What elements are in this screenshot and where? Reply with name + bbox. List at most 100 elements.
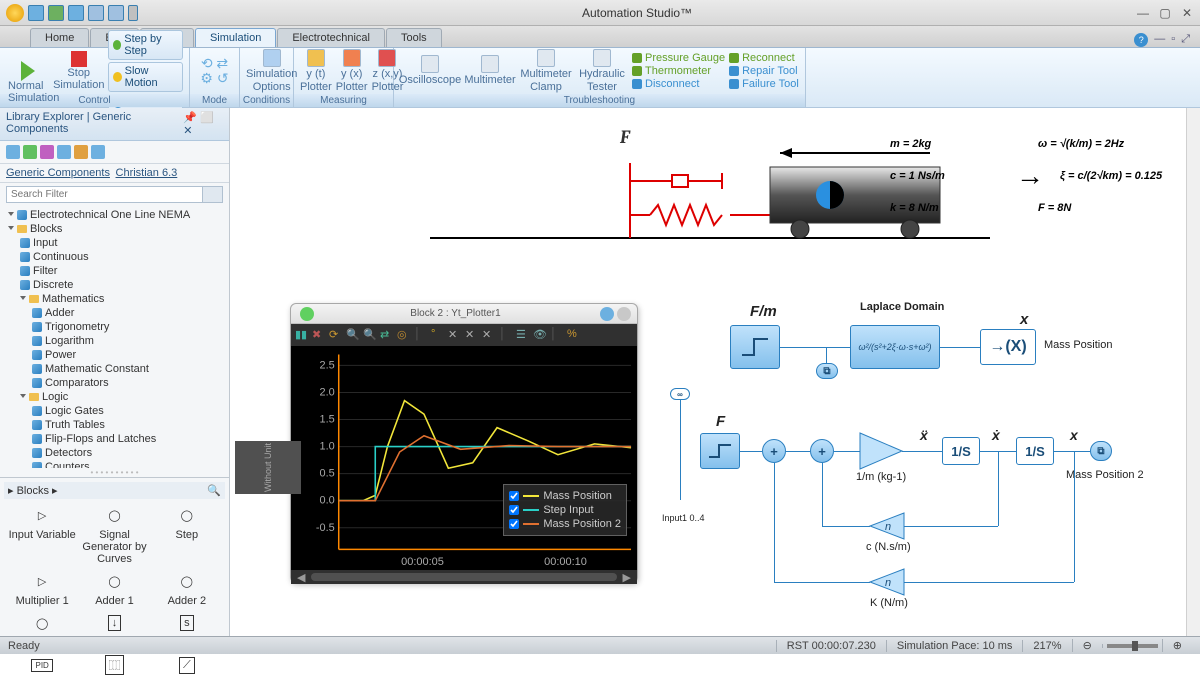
palette-step[interactable]: ◯Step xyxy=(153,503,221,565)
step-block-1[interactable] xyxy=(730,325,780,369)
tree-node[interactable]: Input xyxy=(4,236,225,250)
gain-block[interactable] xyxy=(860,433,902,469)
hydraulic-tester-button[interactable]: HydraulicTester xyxy=(576,49,628,92)
transfer-function-block[interactable]: ω²/(s²+2ξ·ω·s+ω²) xyxy=(850,325,940,369)
pt-btn[interactable]: ✕ xyxy=(465,328,479,342)
tree-node[interactable]: Detectors xyxy=(4,446,225,460)
toolbar-btn-5[interactable] xyxy=(74,145,88,159)
toolbar-btn-6[interactable] xyxy=(91,145,105,159)
sim-options-button[interactable]: SimulationOptions xyxy=(246,49,297,92)
plotter-window[interactable]: Block 2 : Yt_Plotter1 ▮▮ ✖ ⟳ 🔍 🔍 ⇄ ◎ │ °… xyxy=(290,303,638,583)
tree-node[interactable]: Discrete xyxy=(4,278,225,292)
pt-btn[interactable]: ◎ xyxy=(397,328,411,342)
palette-multiplier[interactable]: ▷Multiplier 1 xyxy=(8,569,76,607)
thermometer-button[interactable]: Thermometer xyxy=(632,65,725,77)
pt-btn[interactable]: ° xyxy=(431,328,445,342)
zoom-in-button[interactable]: ⊕ xyxy=(1162,639,1192,652)
tree-node[interactable]: Power xyxy=(4,348,225,362)
zoom-slider[interactable] xyxy=(1107,644,1158,648)
recorder-block-1[interactable]: ⧉ xyxy=(816,363,838,379)
pt-btn[interactable]: % xyxy=(567,328,581,342)
canvas[interactable]: F m = 2kg ω = √(k/m) = 2Hz c = 1 Ns/m → … xyxy=(230,108,1200,636)
zoom-out-button[interactable]: ⊖ xyxy=(1072,639,1102,652)
tree-node[interactable]: Logarithm xyxy=(4,334,225,348)
qat-dropdown-icon[interactable] xyxy=(128,5,138,21)
tree-node[interactable]: Comparators xyxy=(4,376,225,390)
palette-adder2[interactable]: ◯Adder 2 xyxy=(153,569,221,607)
panel-controls[interactable]: 📌 ⬜ ✕ xyxy=(183,111,223,137)
multimeter-clamp-button[interactable]: MultimeterClamp xyxy=(520,49,572,92)
pt-pause-icon[interactable]: ▮▮ xyxy=(295,328,309,342)
palette-adder1[interactable]: ◯Adder 1 xyxy=(80,569,148,607)
legend-check-2[interactable] xyxy=(509,505,519,515)
ribbon-collapse-icon[interactable]: — xyxy=(1154,33,1165,47)
qat-btn-3[interactable] xyxy=(68,5,84,21)
tree-node[interactable]: Truth Tables xyxy=(4,418,225,432)
tree-node[interactable]: Electrotechnical One Line NEMA xyxy=(4,208,225,222)
toolbar-btn-3[interactable] xyxy=(40,145,54,159)
tree-node[interactable]: Mathematic Constant xyxy=(4,362,225,376)
pt-btn[interactable]: ✕ xyxy=(482,328,496,342)
status-zoom[interactable]: 217% xyxy=(1022,640,1071,652)
pt-btn[interactable]: ✖ xyxy=(312,328,326,342)
ribbon-pin-icon[interactable]: ⤢ xyxy=(1181,33,1190,47)
adder-block-2[interactable]: + xyxy=(810,439,834,463)
tab-electrotechnical[interactable]: Electrotechnical xyxy=(277,28,385,47)
repair-tool-button[interactable]: Repair Tool xyxy=(729,65,799,77)
pt-btn[interactable]: ⇄ xyxy=(380,328,394,342)
tab-simulation[interactable]: Simulation xyxy=(195,28,276,47)
pt-btn[interactable]: ✕ xyxy=(448,328,462,342)
plotter-chart[interactable]: Without Unit 2.52.01.51.00.50.0-0.5 Mass… xyxy=(291,346,637,556)
palette-search-icon[interactable]: 🔍 xyxy=(207,484,221,497)
pt-btn[interactable]: 🔍 xyxy=(363,328,377,342)
yx-plotter-button[interactable]: y (x)Plotter xyxy=(336,49,368,92)
component-tree[interactable]: Electrotechnical One Line NEMABlocksInpu… xyxy=(0,206,229,468)
palette-pid[interactable]: PID xyxy=(8,653,76,677)
tree-node[interactable]: Blocks xyxy=(4,222,225,236)
c-gain-block[interactable]: n xyxy=(870,513,904,539)
toolbar-btn-1[interactable] xyxy=(6,145,20,159)
multimeter-button[interactable]: Multimeter xyxy=(464,55,516,86)
pressure-gauge-button[interactable]: Pressure Gauge xyxy=(632,52,725,64)
infinity-block[interactable]: ∞ xyxy=(670,388,690,400)
step-block-2[interactable] xyxy=(700,433,740,469)
search-button[interactable] xyxy=(203,186,223,203)
plotter-help-icon[interactable] xyxy=(600,307,614,321)
plot-scrollbar[interactable] xyxy=(311,573,616,581)
tab-tools[interactable]: Tools xyxy=(386,28,442,47)
tree-node[interactable]: Logic Gates xyxy=(4,404,225,418)
legend-check-3[interactable] xyxy=(509,519,519,529)
pt-btn[interactable]: ☰ xyxy=(516,328,530,342)
tree-node[interactable]: Flip-Flops and Latches xyxy=(4,432,225,446)
tree-node[interactable]: Logic xyxy=(4,390,225,404)
toolbar-btn-4[interactable] xyxy=(57,145,71,159)
pt-btn[interactable]: 👁 xyxy=(533,328,547,342)
palette-header[interactable]: ▸ Blocks ▸ xyxy=(8,484,58,497)
reconnect-button[interactable]: Reconnect xyxy=(729,52,799,64)
qat-btn-5[interactable] xyxy=(108,5,124,21)
maximize-button[interactable]: ▢ xyxy=(1158,6,1172,20)
toolbar-btn-2[interactable] xyxy=(23,145,37,159)
tab-home[interactable]: Home xyxy=(30,28,89,47)
oscilloscope-button[interactable]: Oscilloscope xyxy=(400,55,460,86)
ribbon-options-icon[interactable]: ▫ xyxy=(1171,33,1175,47)
recorder-block-2[interactable]: ⧉ xyxy=(1090,441,1112,461)
palette-signal-gen[interactable]: ◯Signal Generator by Curves xyxy=(80,503,148,565)
plotter-settings-icon[interactable] xyxy=(617,307,631,321)
qat-btn-2[interactable] xyxy=(48,5,64,21)
legend-check-1[interactable] xyxy=(509,491,519,501)
tree-node[interactable]: Adder xyxy=(4,306,225,320)
crumb-1[interactable]: Generic Components xyxy=(6,167,110,179)
palette-scope[interactable]: ⿲ xyxy=(80,653,148,677)
yt-plotter-button[interactable]: y (t)Plotter xyxy=(300,49,332,92)
close-button[interactable]: ✕ xyxy=(1180,6,1194,20)
integrator-2[interactable]: 1/S xyxy=(1016,437,1054,465)
help-icon[interactable]: ? xyxy=(1134,33,1148,47)
quick-access-toolbar[interactable] xyxy=(28,5,138,21)
search-input[interactable] xyxy=(6,186,203,203)
palette-input-variable[interactable]: ▷Input Variable xyxy=(8,503,76,565)
tree-node[interactable]: Filter xyxy=(4,264,225,278)
block-diagram[interactable]: F/m Laplace Domain x ω²/(s²+2ξ·ω·s+ω²) →… xyxy=(670,303,1190,623)
tree-node[interactable]: Continuous xyxy=(4,250,225,264)
crumb-2[interactable]: Christian 6.3 xyxy=(116,167,178,179)
